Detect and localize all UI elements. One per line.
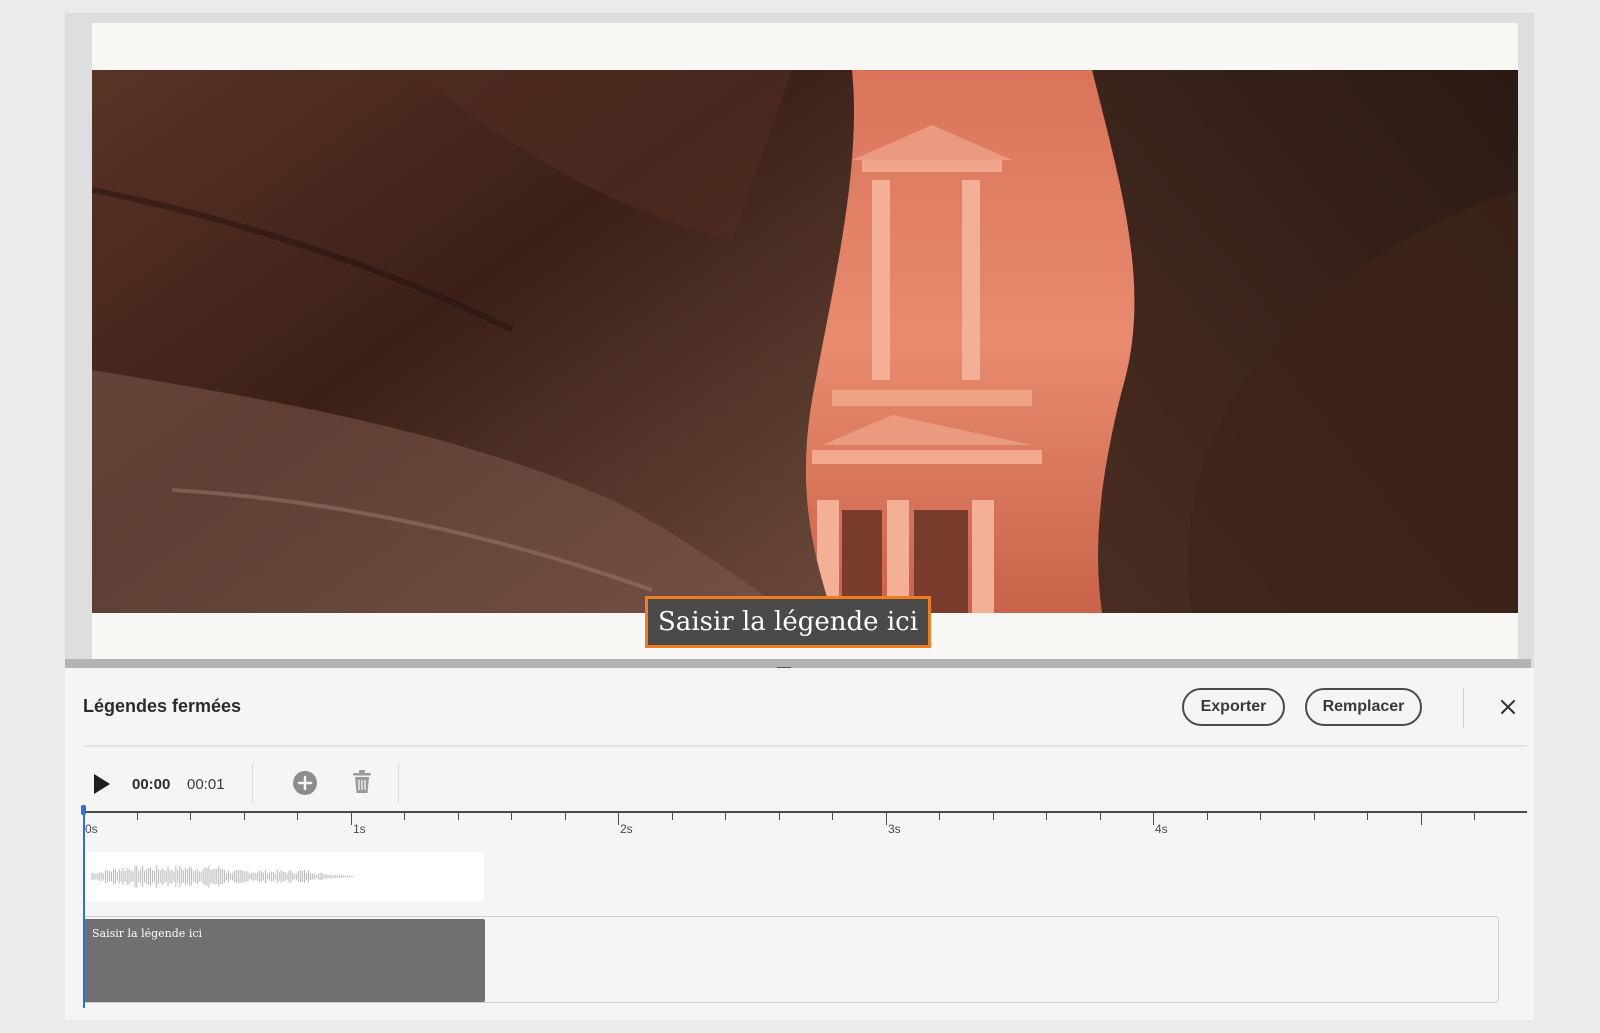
ruler-tick (778, 813, 780, 820)
replace-button[interactable]: Remplacer (1305, 688, 1422, 726)
header-divider (1463, 688, 1464, 728)
total-duration: 00:01 (187, 776, 225, 793)
export-button[interactable]: Exporter (1182, 688, 1285, 726)
time-label-1s: 1s (353, 822, 366, 836)
time-label-2s: 2s (620, 822, 633, 836)
ruler-tick (1260, 813, 1261, 820)
toolbar-divider (252, 763, 253, 803)
add-circle-icon (293, 771, 317, 795)
timeline-ruler[interactable]: 0s 1s 2s 3s 4s (83, 811, 1529, 841)
ruler-tick (1046, 813, 1047, 820)
close-icon (1501, 700, 1515, 714)
ruler-tick (350, 813, 352, 825)
ruler-tick (725, 813, 726, 820)
panel-title: Légendes fermées (83, 696, 242, 716)
waveform-graphic (91, 865, 354, 888)
ruler-tick (511, 813, 512, 820)
caption-segment-text: Saisir la légende ici (92, 927, 203, 940)
slide-photo (92, 70, 1518, 613)
panel-resize-bar[interactable] (65, 659, 1531, 668)
ruler-tick (671, 813, 673, 820)
time-label-3s: 3s (888, 822, 901, 836)
play-button[interactable] (91, 772, 113, 796)
ruler-tick (1474, 813, 1475, 820)
ruler-tick (939, 813, 940, 820)
toolbar-divider (398, 763, 399, 803)
playhead-handle[interactable] (81, 805, 86, 815)
ruler-tick (190, 813, 191, 820)
header-separator (83, 745, 1527, 747)
caption-editor-window: Saisir la légende ici Légendes fermées E… (65, 13, 1534, 1020)
ruler-tick (404, 813, 405, 820)
ruler-tick (832, 813, 833, 820)
ruler-tick (1367, 813, 1368, 820)
ruler-tick (992, 813, 994, 820)
time-label-4s: 4s (1155, 822, 1168, 836)
playhead-line (83, 815, 85, 1008)
ruler-tick (564, 813, 566, 820)
play-icon (94, 774, 110, 794)
caption-segment[interactable]: Saisir la légende ici (83, 919, 485, 1002)
ruler-tick (1420, 813, 1422, 825)
ruler-tick (457, 813, 459, 820)
slide-canvas (92, 23, 1518, 669)
time-label-0s: 0s (85, 822, 98, 836)
ruler-tick (136, 813, 138, 820)
petra-canyon-image (92, 70, 1518, 613)
ruler-tick (243, 813, 245, 820)
delete-caption-button[interactable] (351, 769, 373, 795)
ruler-tick (1153, 813, 1154, 825)
ruler-tick (1099, 813, 1101, 820)
ruler-tick (1313, 813, 1315, 820)
current-time: 00:00 (132, 776, 171, 793)
ruler-baseline (83, 811, 1527, 813)
ruler-tick (297, 813, 298, 820)
closed-captions-panel: Légendes fermées Exporter Remplacer 00:0… (65, 668, 1534, 1020)
ruler-tick (885, 813, 887, 825)
slide-caption-text: Saisir la légende ici (658, 607, 919, 637)
ruler-tick (1206, 813, 1208, 820)
trash-icon (353, 770, 371, 793)
slide-caption-overlay[interactable]: Saisir la légende ici (645, 596, 932, 648)
add-caption-button[interactable] (291, 769, 319, 797)
close-button[interactable] (1495, 694, 1521, 720)
audio-waveform-track[interactable] (86, 852, 484, 901)
ruler-tick (618, 813, 619, 825)
